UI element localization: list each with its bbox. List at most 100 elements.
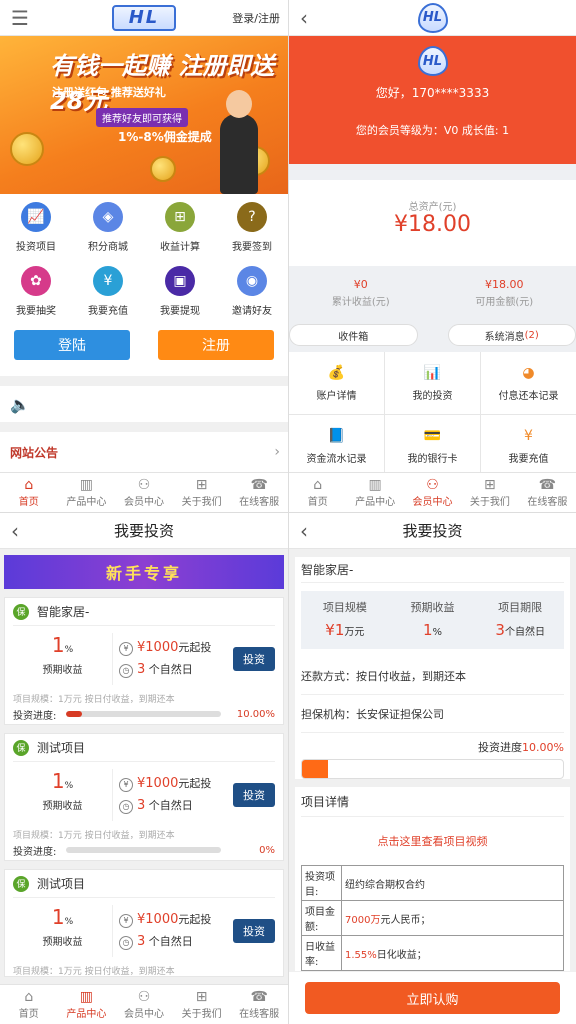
card-icon: 💳: [423, 427, 442, 444]
system-msg-tab[interactable]: 系统消息 (2): [447, 324, 576, 346]
product-rate: 1% 预期收益: [13, 905, 113, 957]
login-register-link[interactable]: 登录/注册: [232, 10, 280, 26]
nav-item-bars[interactable]: ▥ 产品中心: [58, 473, 116, 512]
min-invest: ¥ ¥1000元起投: [119, 637, 233, 659]
nav-item-user[interactable]: ⚇ 会员中心: [115, 473, 173, 512]
detail-highlight: 1.55%: [345, 949, 377, 961]
product-header: 保 智能家居-: [13, 598, 275, 626]
yen-icon: ¥: [524, 427, 533, 444]
rate-number: 1: [51, 633, 65, 657]
member-moneybag[interactable]: 💰 账户详情: [289, 352, 384, 414]
system-msg-count: (2): [524, 329, 539, 341]
term-suffix: 个自然日: [148, 935, 193, 948]
stat-cumulative: ¥0 累计收益(元): [289, 272, 433, 322]
total-assets-label: 总资产(元): [408, 202, 457, 213]
repay-method: 还款方式：按日付收益，到期还本: [301, 657, 564, 695]
avatar: HL: [289, 46, 576, 76]
progress-bar: [66, 847, 221, 853]
progress-value: 10.00%: [236, 708, 275, 720]
nav-item-user[interactable]: ⚇ 会员中心: [404, 473, 461, 512]
invest-header: ‹ 我要投资: [0, 513, 288, 549]
feature-recharge[interactable]: ¥ 我要充值: [72, 266, 144, 330]
term-days: 3: [137, 662, 146, 677]
feature-chart[interactable]: 📈 投资项目: [0, 202, 72, 266]
feature-shop[interactable]: ◈ 积分商城: [72, 202, 144, 266]
back-icon[interactable]: ‹: [0, 519, 30, 543]
total-assets-value: ¥18.00: [394, 212, 471, 237]
bottom-nav: ⌂ 首页 ▥ 产品中心 ⚇ 会员中心 ⊞ 关于我们 ☎ 在线客服: [0, 472, 288, 512]
nav-item-service[interactable]: ☎ 在线客服: [519, 473, 576, 512]
feature-invite[interactable]: ◉ 邀请好友: [216, 266, 288, 330]
feature-calculator[interactable]: ⊞ 收益计算: [144, 202, 216, 266]
bottom-nav: ⌂ 首页 ▥ 产品中心 ⚇ 会员中心 ⊞ 关于我们 ☎ 在线客服: [0, 984, 288, 1024]
nav-item-home[interactable]: ⌂ 首页: [0, 473, 58, 512]
member-card[interactable]: 💳 我的银行卡: [385, 415, 480, 477]
promo-banner[interactable]: 有钱一起赚 注册即送28元 注册送红包 推荐送好礼 推荐好友即可获得 1%-8%…: [0, 36, 288, 194]
nav-item-service[interactable]: ☎ 在线客服: [230, 473, 288, 512]
nav-item-grid[interactable]: ⊞ 关于我们: [173, 985, 231, 1024]
rate-number: 1: [51, 769, 65, 793]
feature-question[interactable]: ? 我要签到: [216, 202, 288, 266]
subscribe-button[interactable]: 立即认购: [305, 982, 560, 1014]
message-tabs: 收件箱 系统消息 (2): [289, 324, 576, 346]
back-icon[interactable]: ‹: [289, 6, 319, 30]
product-card[interactable]: 保 测试项目 1% 预期收益 ¥ ¥1000元起投 ◷ 3 个自然日 投资 项目规模…: [4, 869, 284, 977]
min-suffix: 元起投: [178, 913, 212, 926]
greeting: 您好，170****3333: [375, 86, 490, 100]
member-barchart[interactable]: 📊 我的投资: [385, 352, 480, 414]
rate-unit: %: [64, 645, 74, 655]
nav-item-grid[interactable]: ⊞ 关于我们: [461, 473, 518, 512]
detail-highlight: 7000万: [345, 914, 381, 926]
detail-table: 投资项目: 纽约综合期权合约 项目金额: 7000万元人民币； 日收益率: 1.55…: [301, 865, 564, 971]
metric-label: 项目规模: [322, 601, 367, 614]
inbox-tab[interactable]: 收件箱: [289, 324, 418, 346]
nav-item-bars[interactable]: ▥ 产品中心: [58, 985, 116, 1024]
progress-fill: [66, 711, 82, 717]
nav-label: 产品中心: [355, 497, 396, 508]
coin-icon: [150, 156, 176, 182]
detail-text: 元人民币；: [380, 914, 431, 926]
member-yen[interactable]: ¥ 我要充值: [481, 415, 576, 477]
newbie-banner[interactable]: 新手专享: [4, 555, 284, 589]
feature-lottery[interactable]: ✿ 我要抽奖: [0, 266, 72, 330]
nav-item-home[interactable]: ⌂ 首页: [289, 473, 346, 512]
member-book[interactable]: 📘 资金流水记录: [289, 415, 384, 477]
product-terms: ¥ ¥1000元起投 ◷ 3 个自然日: [113, 637, 233, 681]
detail-metrics: 项目规模 ¥1万元 预期收益 1% 项目期限 3个自然日: [301, 591, 564, 649]
calculator-icon: ⊞: [165, 202, 195, 232]
detail-header: ‹ 我要投资: [289, 513, 576, 549]
nav-item-grid[interactable]: ⊞ 关于我们: [173, 473, 231, 512]
login-button[interactable]: 登陆: [14, 330, 130, 360]
asset-stats: ¥0 累计收益(元) ¥18.00 可用金额(元): [289, 272, 576, 322]
invest-button[interactable]: 投资: [233, 647, 275, 671]
back-icon[interactable]: ‹: [289, 519, 319, 543]
feature-withdraw[interactable]: ▣ 我要提现: [144, 266, 216, 330]
metric-label: 预期收益: [410, 601, 455, 614]
moneybag-icon: 💰: [327, 364, 346, 381]
book-icon: 📘: [327, 427, 346, 444]
nav-item-service[interactable]: ☎ 在线客服: [230, 985, 288, 1024]
invest-button[interactable]: 投资: [233, 783, 275, 807]
invest-button[interactable]: 投资: [233, 919, 275, 943]
notice-row[interactable]: 网站公告 ›: [0, 432, 288, 472]
stat-value: ¥18.00: [485, 278, 524, 291]
product-terms: ¥ ¥1000元起投 ◷ 3 个自然日: [113, 773, 233, 817]
product-card[interactable]: 保 智能家居- 1% 预期收益 ¥ ¥1000元起投 ◷ 3 个自然日 投资 项目规…: [4, 597, 284, 725]
rate-value: 1%: [13, 633, 112, 657]
nav-item-user[interactable]: ⚇ 会员中心: [115, 985, 173, 1024]
product-card[interactable]: 保 测试项目 1% 预期收益 ¥ ¥1000元起投 ◷ 3 个自然日 投资 项目规模…: [4, 733, 284, 861]
nav-label: 在线客服: [239, 1009, 280, 1020]
register-button[interactable]: 注册: [158, 330, 274, 360]
nav-item-bars[interactable]: ▥ 产品中心: [346, 473, 403, 512]
term: ◷ 3 个自然日: [119, 931, 233, 953]
video-link[interactable]: 点击这里查看项目视频: [301, 817, 564, 865]
project-details: 项目详情 点击这里查看项目视频 投资项目: 纽约综合期权合约 项目金额: 7000…: [295, 787, 570, 971]
member-pie[interactable]: ◕ 付息还本记录: [481, 352, 576, 414]
min-amount: ¥1000: [137, 640, 179, 655]
rate-unit: %: [64, 781, 74, 791]
page-title: 我要投资: [402, 522, 463, 540]
progress-value: 0%: [259, 844, 275, 856]
detail-key: 投资项目:: [301, 865, 342, 901]
metric-value: ¥1万元: [301, 621, 389, 639]
nav-item-home[interactable]: ⌂ 首页: [0, 985, 58, 1024]
